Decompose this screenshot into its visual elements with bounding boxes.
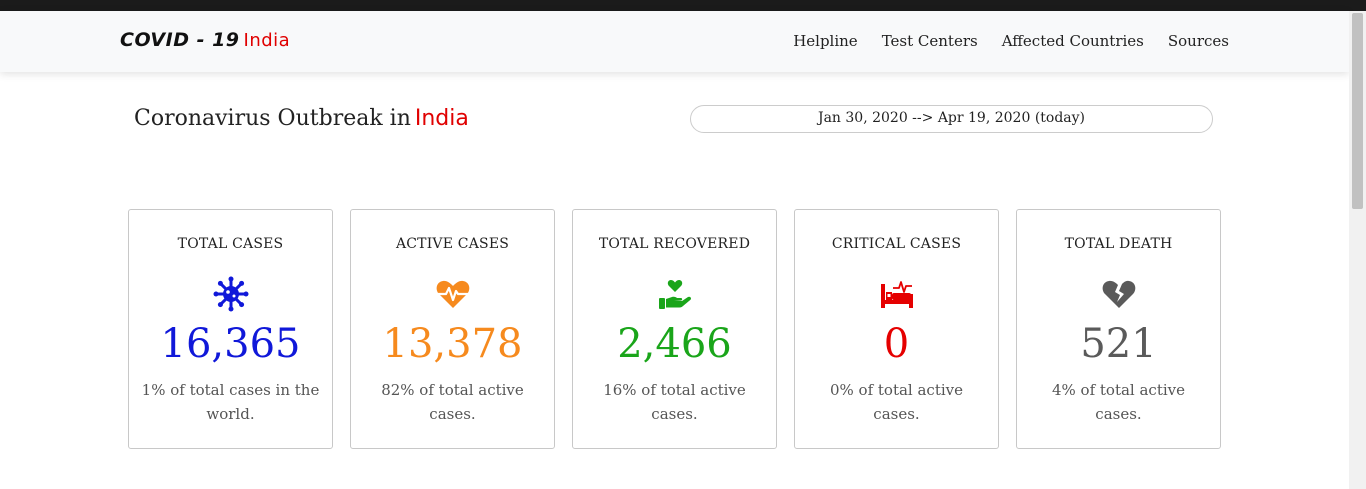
brand-logo[interactable]: COVID - 19 India (120, 29, 290, 51)
card-label: TOTAL DEATH (1064, 236, 1173, 252)
card-description: 4% of total active cases. (1051, 381, 1186, 423)
browser-top-strip (0, 0, 1366, 11)
card-description: 16% of total active cases. (603, 381, 746, 423)
card-value: 13,378 (382, 321, 523, 367)
nav-links: Helpline Test Centers Affected Countries… (793, 32, 1229, 50)
hand-holding-heart-icon (657, 276, 693, 312)
card-description: 1% of total cases in the world. (141, 381, 320, 423)
heartbeat-icon (435, 276, 471, 312)
page-title-text: Coronavirus Outbreak in (134, 106, 411, 131)
card-critical-cases: CRITICAL CASES 0 0% of total active case… (794, 209, 999, 449)
navbar: COVID - 19 India Helpline Test Centers Af… (0, 11, 1349, 72)
hospital-bed-icon (879, 276, 915, 312)
card-value: 521 (1080, 321, 1157, 367)
card-total-recovered: TOTAL RECOVERED 2,466 16% of total activ… (572, 209, 777, 449)
card-label: TOTAL RECOVERED (598, 236, 751, 252)
card-label: ACTIVE CASES (395, 236, 510, 252)
card-description: 82% of total active cases. (381, 381, 524, 423)
page-title: Coronavirus Outbreak in India (134, 106, 469, 131)
page-title-country: India (414, 106, 469, 131)
card-value: 16,365 (160, 321, 301, 367)
brand-name: COVID - 19 (120, 29, 240, 51)
virus-icon (213, 276, 249, 312)
card-value: 0 (883, 321, 910, 367)
card-label: CRITICAL CASES (831, 236, 962, 252)
card-value: 2,466 (617, 321, 732, 367)
brand-country: India (243, 30, 291, 51)
nav-affected-countries[interactable]: Affected Countries (1002, 32, 1144, 50)
scrollbar[interactable] (1349, 11, 1366, 489)
card-total-death: TOTAL DEATH 521 4% of total active cases… (1016, 209, 1221, 449)
card-label: TOTAL CASES (177, 236, 284, 252)
nav-sources[interactable]: Sources (1168, 32, 1229, 50)
nav-helpline[interactable]: Helpline (793, 32, 858, 50)
card-total-cases: TOTAL CASES 16,365 1% of total cases in … (128, 209, 333, 449)
stats-cards: TOTAL CASES 16,365 1% of total cases in … (128, 209, 1221, 449)
card-active-cases: ACTIVE CASES 13,378 82% of total active … (350, 209, 555, 449)
scrollbar-thumb[interactable] (1352, 13, 1363, 209)
date-range[interactable]: Jan 30, 2020 --> Apr 19, 2020 (today) (690, 105, 1213, 133)
nav-test-centers[interactable]: Test Centers (882, 32, 978, 50)
card-description: 0% of total active cases. (829, 381, 964, 423)
broken-heart-icon (1101, 276, 1137, 312)
